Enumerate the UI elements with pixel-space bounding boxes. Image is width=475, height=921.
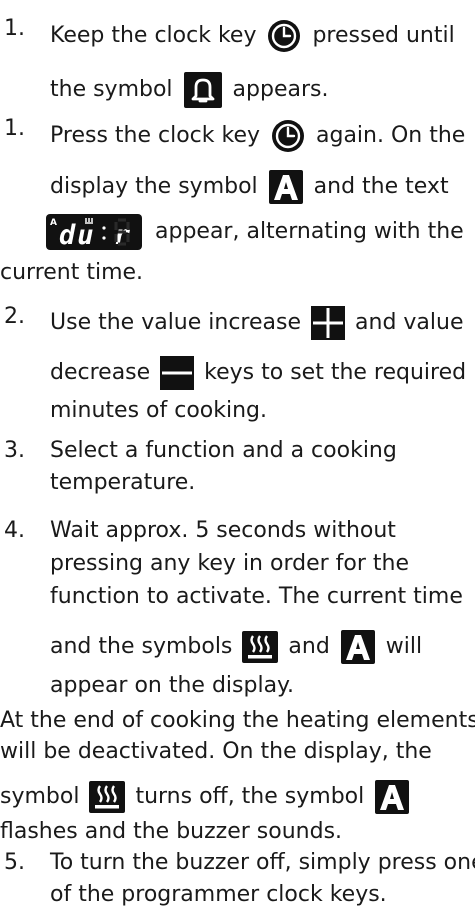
text-run: temperature. <box>50 470 196 495</box>
text-run: Select a function and a cooking <box>50 438 397 463</box>
bell-icon <box>183 72 222 108</box>
text-run: symbol <box>0 784 80 809</box>
text-run: will <box>385 634 423 659</box>
text-run: appear, alternating with the <box>155 219 464 244</box>
text-run: keys to set the required <box>204 360 467 385</box>
text-run: turns off, the symbol <box>135 784 365 809</box>
step-number: 5. <box>4 850 25 875</box>
text-run: and the symbols <box>50 634 233 659</box>
text-run: decrease <box>50 360 151 385</box>
text-run: and value <box>355 310 464 335</box>
text-run: function to activate. The current time <box>50 584 463 609</box>
text-run: and <box>288 634 330 659</box>
step-number: 3. <box>4 438 25 463</box>
step-number: 4. <box>4 518 25 543</box>
plus-icon <box>311 306 346 340</box>
text-run: will be deactivated. On the display, the <box>0 739 432 764</box>
text-run: of the programmer clock keys. <box>50 882 387 907</box>
text-run: minutes of cooking. <box>50 398 268 423</box>
text-run: pressing any key in order for the <box>50 551 409 576</box>
auto-a-icon <box>375 780 410 814</box>
text-run: At the end of cooking the heating elemen… <box>0 708 475 733</box>
text-run: To turn the buzzer off, simply press one <box>50 850 475 875</box>
text-run: Wait approx. 5 seconds without <box>50 518 396 543</box>
text-run: flashes and the buzzer sounds. <box>0 819 343 844</box>
text-run: display the symbol <box>50 174 258 199</box>
text-run: appear on the display. <box>50 673 294 698</box>
clock-icon <box>270 118 306 154</box>
auto-a-icon <box>340 630 375 664</box>
minus-icon <box>160 356 195 390</box>
display-line: A du r appear, alternating with the <box>46 214 464 250</box>
text-run: Keep the clock key <box>50 23 257 48</box>
text-run: and the text <box>313 174 449 199</box>
duration-display-icon: A du r <box>46 214 142 250</box>
display-indicator: A <box>50 218 57 228</box>
text-run: appears. <box>232 77 329 102</box>
heating-elements-icon <box>242 631 279 663</box>
text-run: again. On the <box>316 123 466 148</box>
text-run: pressed until <box>312 23 455 48</box>
step-number: 1. <box>4 116 25 141</box>
text-run: Use the value increase <box>50 310 302 335</box>
step-number: 1. <box>4 16 25 41</box>
step-number: 2. <box>4 304 25 329</box>
text-run: Press the clock key <box>50 123 260 148</box>
text-run: the symbol <box>50 77 173 102</box>
text-run: current time. <box>0 260 144 285</box>
clock-icon <box>266 18 302 54</box>
auto-a-icon <box>268 170 303 204</box>
heating-elements-icon <box>89 781 126 813</box>
